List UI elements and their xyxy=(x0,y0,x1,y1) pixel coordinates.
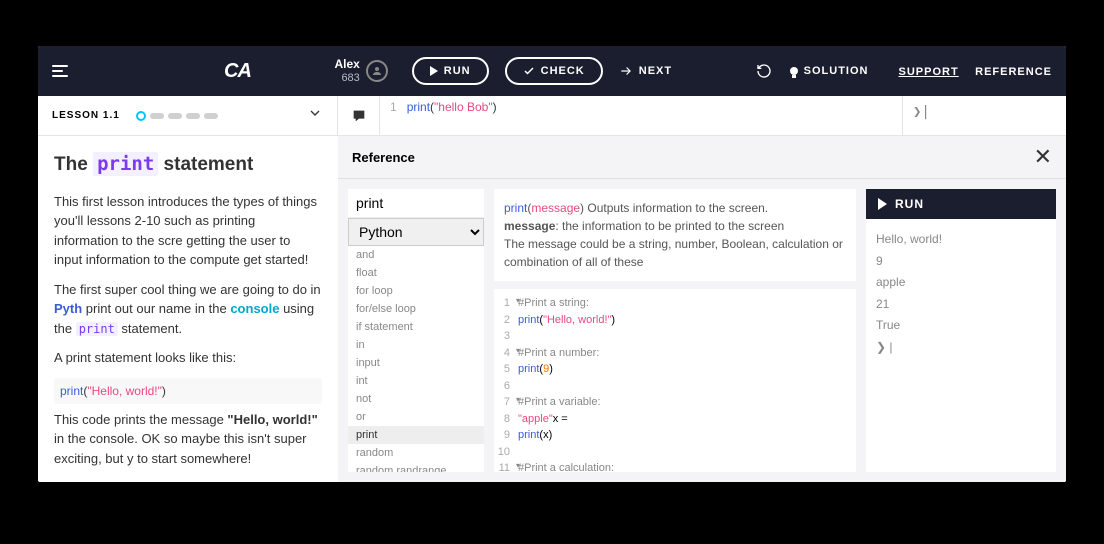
reference-item[interactable]: not xyxy=(348,390,484,408)
support-link[interactable]: SUPPORT xyxy=(899,66,959,78)
reference-item[interactable]: random xyxy=(348,444,484,462)
reference-search-input[interactable] xyxy=(348,189,484,218)
reference-panel: Reference ✕ Python andfloatfor loopfor/e… xyxy=(338,136,1066,482)
chat-button[interactable] xyxy=(338,96,380,135)
logo: CA xyxy=(224,60,251,83)
reference-item[interactable]: for/else loop xyxy=(348,300,484,318)
lesson-content: The print statement This first lesson in… xyxy=(38,136,338,482)
output-preview: ❯| xyxy=(902,96,1066,135)
code-sample: print("Hello, world!") xyxy=(54,378,322,404)
reference-item[interactable]: in xyxy=(348,336,484,354)
reference-item[interactable]: for loop xyxy=(348,282,484,300)
reference-link[interactable]: REFERENCE xyxy=(975,66,1052,78)
chat-icon xyxy=(350,108,368,124)
reference-item[interactable]: int xyxy=(348,372,484,390)
reference-run-button[interactable]: RUN xyxy=(866,189,1056,219)
lesson-progress xyxy=(136,111,218,121)
reference-item[interactable]: float xyxy=(348,264,484,282)
lesson-title: The print statement xyxy=(54,150,322,180)
check-icon xyxy=(523,65,535,77)
lesson-tab: LESSON 1.1 xyxy=(38,96,338,135)
reference-item[interactable]: input xyxy=(348,354,484,372)
top-bar: CA Alex 683 RUN CHECK NEXT SOLUTION xyxy=(38,46,1066,96)
run-button[interactable]: RUN xyxy=(412,57,489,85)
play-icon xyxy=(430,66,438,76)
avatar-icon xyxy=(366,60,388,82)
play-icon xyxy=(878,198,887,210)
language-select[interactable]: Python xyxy=(348,218,484,246)
next-button[interactable]: NEXT xyxy=(619,64,672,78)
arrow-right-icon xyxy=(619,64,633,78)
reference-item[interactable]: and xyxy=(348,246,484,264)
output-line: True xyxy=(876,315,1046,337)
lesson-label: LESSON 1.1 xyxy=(52,110,120,121)
solution-button[interactable]: SOLUTION xyxy=(790,65,869,77)
output-line: ❯ | xyxy=(876,337,1046,359)
reference-item[interactable]: print xyxy=(348,426,484,444)
reference-description: print(message) Outputs information to th… xyxy=(494,189,856,281)
user-points: 683 xyxy=(334,72,359,84)
user-info[interactable]: Alex 683 xyxy=(334,58,387,83)
check-button[interactable]: CHECK xyxy=(505,57,603,85)
reference-output: RUN Hello, world!9apple21True❯ | xyxy=(866,189,1056,472)
reference-title: Reference xyxy=(352,150,415,165)
output-line: 21 xyxy=(876,294,1046,316)
undo-icon[interactable] xyxy=(756,63,772,79)
user-name: Alex xyxy=(334,58,359,71)
close-icon[interactable]: ✕ xyxy=(1034,144,1052,170)
reference-code[interactable]: 1#Print a string:2print("Hello, world!")… xyxy=(494,289,856,472)
bulb-icon xyxy=(790,67,798,75)
output-line: 9 xyxy=(876,251,1046,273)
code-editor[interactable]: 1 print("hello Bob") xyxy=(380,96,902,135)
reference-item[interactable]: or xyxy=(348,408,484,426)
chevron-down-icon[interactable] xyxy=(307,105,323,126)
output-line: apple xyxy=(876,272,1046,294)
reference-sidebar: Python andfloatfor loopfor/else loopif s… xyxy=(348,189,484,472)
reference-item[interactable]: random.randrange xyxy=(348,462,484,472)
menu-icon[interactable] xyxy=(52,65,68,77)
sub-bar: LESSON 1.1 1 print("hello Bob") ❯| xyxy=(38,96,1066,136)
output-line: Hello, world! xyxy=(876,229,1046,251)
reference-item[interactable]: if statement xyxy=(348,318,484,336)
